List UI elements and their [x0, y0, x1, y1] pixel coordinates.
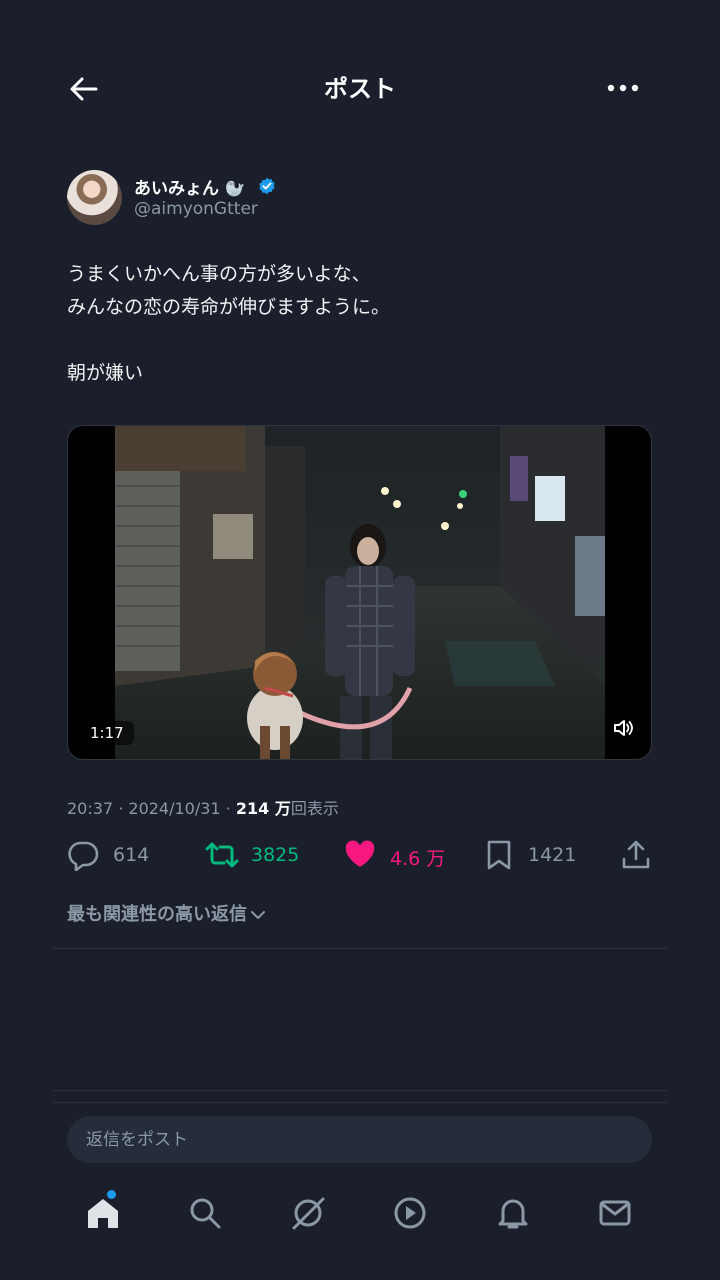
reply-icon [68, 841, 99, 871]
post-author: あいみょん 🦭 @aimyonGtter [67, 170, 667, 226]
views-count: 214 万 [235, 799, 291, 818]
bookmark-count: 1421 [528, 844, 577, 866]
video-frame [115, 426, 605, 759]
chevron-down-icon [251, 911, 265, 919]
bottom-tab-bar [0, 1185, 720, 1245]
video-icon[interactable] [386, 1185, 434, 1243]
share-icon [622, 840, 650, 869]
notification-dot [107, 1190, 116, 1199]
home-icon[interactable] [79, 1185, 127, 1243]
bookmark-button[interactable]: 1421 [485, 835, 585, 875]
author-name[interactable]: あいみょん 🦭 [134, 174, 245, 199]
avatar[interactable] [67, 170, 122, 225]
action-bar: 614 3825 4.6 万 1421 [67, 835, 657, 875]
notifications-icon[interactable] [489, 1185, 537, 1243]
divider [53, 948, 667, 949]
meta-separator: · [118, 799, 124, 818]
reply-sort-dropdown[interactable]: 最も関連性の高い返信 [67, 900, 267, 926]
post-date: 2024/10/31 [128, 799, 221, 818]
retweet-icon [205, 842, 239, 868]
post-time: 20:37 [67, 799, 114, 818]
seal-emoji: 🦭 [225, 179, 245, 198]
reply-sort-label: 最も関連性の高い返信 [67, 904, 247, 925]
meta-separator-2: · [225, 799, 231, 818]
heart-icon [345, 840, 375, 867]
like-button[interactable]: 4.6 万 [344, 835, 454, 875]
reply-count: 614 [113, 844, 150, 866]
like-count: 4.6 万 [390, 848, 446, 870]
views-label: 回表示 [290, 799, 339, 818]
search-icon[interactable] [181, 1185, 229, 1243]
video-player[interactable]: 1:17 [67, 425, 652, 760]
verified-badge-icon [258, 177, 276, 195]
volume-icon[interactable] [607, 713, 637, 743]
reply-composer [67, 1116, 652, 1163]
more-horizontal-icon[interactable] [603, 73, 643, 103]
share-button[interactable] [620, 835, 656, 875]
author-handle[interactable]: @aimyonGtter [134, 199, 258, 219]
bookmark-icon [487, 840, 511, 870]
reply-button[interactable]: 614 [67, 835, 167, 875]
divider [53, 1090, 667, 1091]
retweet-button[interactable]: 3825 [204, 835, 314, 875]
author-display-name: あいみょん [134, 179, 219, 199]
video-duration: 1:17 [80, 721, 134, 745]
post-text: うまくいかへん事の方が多いよな、 みんなの恋の寿命が伸びますように。 朝が嫌い [67, 263, 391, 384]
divider [53, 1102, 667, 1103]
post-meta: 20:37 · 2024/10/31 · 214 万回表示 [67, 795, 339, 819]
messages-icon[interactable] [591, 1185, 639, 1243]
retweet-count: 3825 [251, 844, 300, 866]
reply-input[interactable] [67, 1116, 652, 1163]
top-bar: ポスト [0, 55, 720, 119]
grok-icon[interactable] [284, 1185, 332, 1243]
